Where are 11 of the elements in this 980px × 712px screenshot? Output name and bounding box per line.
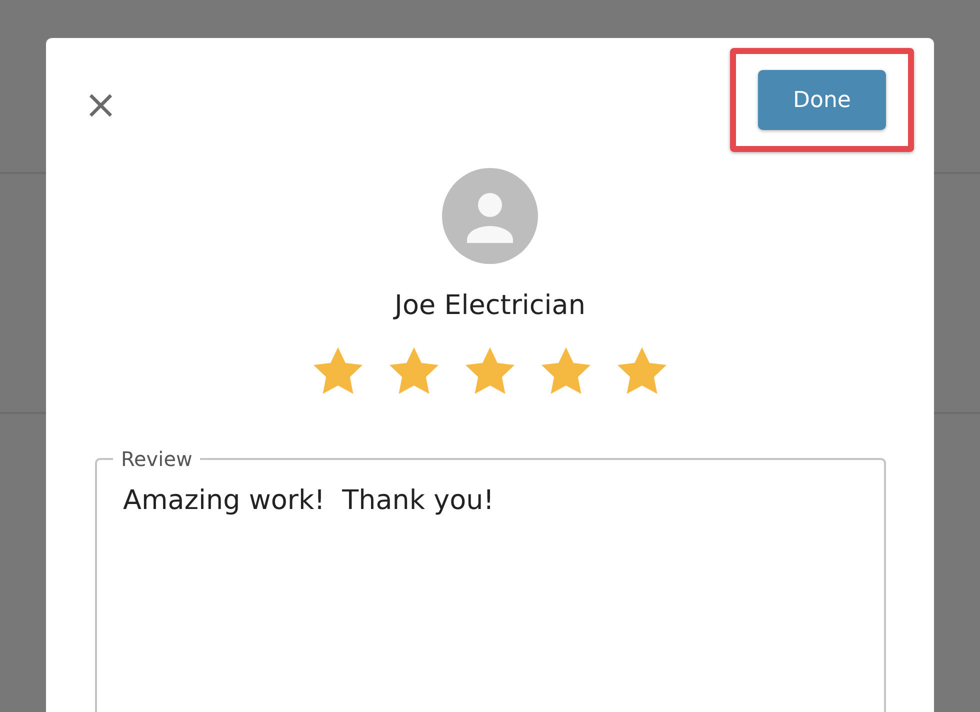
star-icon[interactable] xyxy=(389,347,439,395)
close-button[interactable]: × xyxy=(84,90,118,120)
avatar-icon xyxy=(442,168,538,264)
reviewer-name: Joe Electrician xyxy=(394,290,586,321)
field-label: Review xyxy=(120,447,194,471)
star-icon[interactable] xyxy=(313,347,363,395)
star-icon[interactable] xyxy=(465,347,515,395)
star-icon[interactable] xyxy=(541,347,591,395)
review-text: Amazing work! Thank you! xyxy=(123,485,496,516)
done-button[interactable]: Done xyxy=(758,70,886,130)
star-icon[interactable] xyxy=(617,347,667,395)
